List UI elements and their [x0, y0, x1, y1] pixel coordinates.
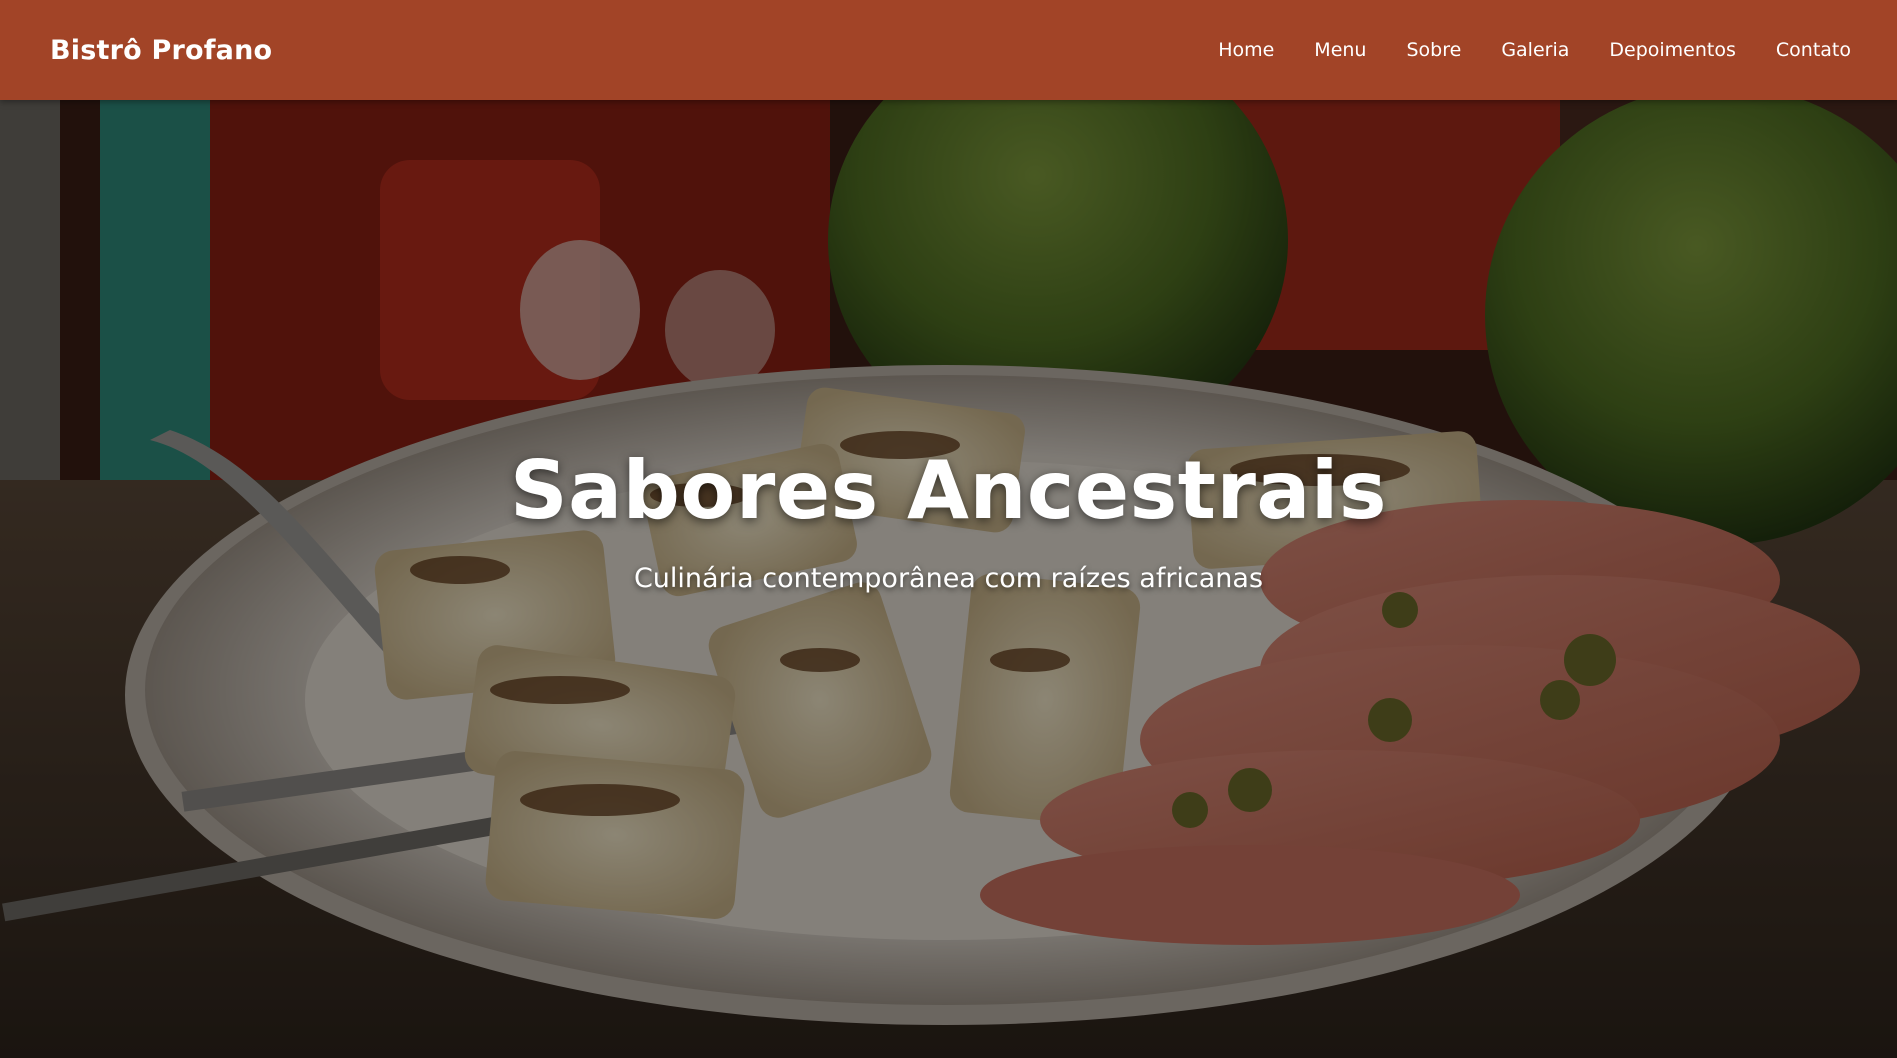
navbar: Bistrô Profano Home Menu Sobre Galeria D…	[0, 0, 1897, 100]
nav-item-contato: Contato	[1776, 39, 1851, 61]
nav-link-depoimentos[interactable]: Depoimentos	[1609, 39, 1736, 61]
nav-link-home[interactable]: Home	[1218, 39, 1274, 61]
nav-item-galeria: Galeria	[1501, 39, 1569, 61]
nav-link-sobre[interactable]: Sobre	[1406, 39, 1461, 61]
nav-links: Home Menu Sobre Galeria Depoimentos Cont…	[1218, 39, 1851, 61]
hero-title: Sabores Ancestrais	[510, 444, 1387, 537]
brand-logo[interactable]: Bistrô Profano	[50, 35, 272, 66]
hero-content: Sabores Ancestrais Culinária contemporân…	[0, 100, 1897, 1058]
nav-link-contato[interactable]: Contato	[1776, 39, 1851, 61]
nav-link-galeria[interactable]: Galeria	[1501, 39, 1569, 61]
hero-subtitle: Culinária contemporânea com raízes afric…	[633, 563, 1264, 594]
nav-item-sobre: Sobre	[1406, 39, 1461, 61]
nav-link-menu[interactable]: Menu	[1314, 39, 1366, 61]
nav-item-home: Home	[1218, 39, 1274, 61]
nav-item-depoimentos: Depoimentos	[1609, 39, 1736, 61]
nav-item-menu: Menu	[1314, 39, 1366, 61]
hero-section: Sabores Ancestrais Culinária contemporân…	[0, 100, 1897, 1058]
